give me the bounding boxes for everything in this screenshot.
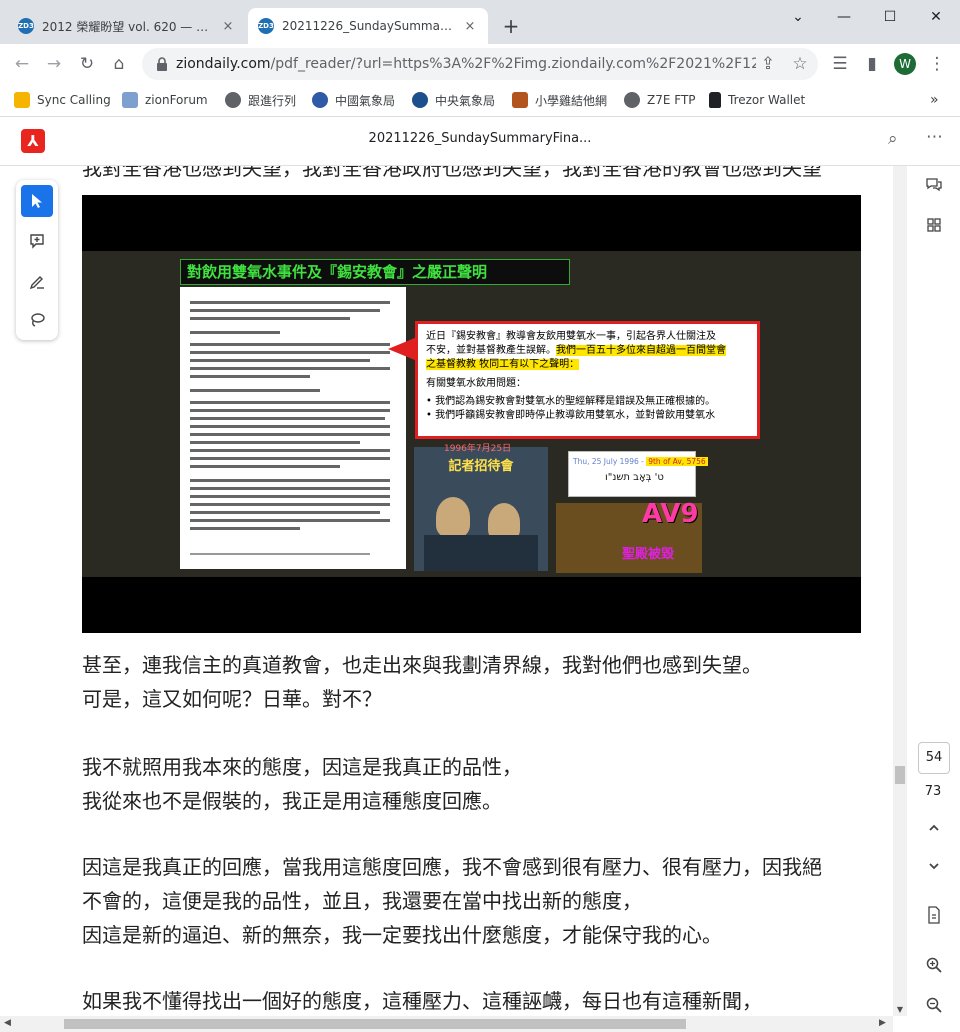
bookmark-follow-up-list[interactable]: 跟進行列 <box>225 91 296 109</box>
temple-destroyed-label: 聖殿被毀 <box>622 547 675 562</box>
browser-toolbar: ← → ↻ ⌂ ziondaily.com/pdf_reader/?url=ht… <box>0 44 960 84</box>
url-text[interactable]: ziondaily.com/pdf_reader/?url=https%3A%2… <box>176 48 756 80</box>
body-text-line: 因這是新的逼迫、新的無奈，我一定要找出什麼態度，才能保守我的心。 <box>82 923 722 947</box>
scroll-down-arrow-icon[interactable]: ▼ <box>893 1005 907 1014</box>
total-pages-label: 73 <box>924 784 942 799</box>
bookmarks-overflow-chevron[interactable]: » <box>930 91 939 109</box>
ziondaily-favicon-icon: ZD3 <box>18 18 34 34</box>
tab-search-chevron-icon[interactable]: ⌄ <box>778 6 818 28</box>
current-page-input[interactable]: 54 <box>918 742 950 774</box>
press-conference-banner: 記者招待會 <box>448 459 514 474</box>
reading-list-icon[interactable]: ☰ <box>828 52 852 76</box>
body-text-line: 可是，這又如何呢？日華。對不？ <box>82 687 382 711</box>
previous-page-chevron-up-icon[interactable] <box>922 818 946 842</box>
more-options-icon[interactable]: ⋯ <box>926 127 944 147</box>
zoom-out-icon[interactable] <box>922 996 946 1020</box>
slide-title-bar: 對飲用雙氧水事件及『錫安教會』之嚴正聲明 <box>180 259 570 285</box>
bookmark-star-icon[interactable]: ☆ <box>788 52 812 76</box>
press-conference-date: 1996年7月25日 <box>444 444 512 454</box>
tab-title: 20211226_SundaySummaryFina... <box>282 19 456 33</box>
tab-title: 2012 榮耀盼望 vol. 620 — 雙魚... <box>42 19 214 34</box>
side-panel-icon[interactable]: ▮ <box>860 52 884 76</box>
back-arrow-icon[interactable]: ← <box>10 52 34 76</box>
trezor-icon <box>709 92 721 108</box>
pdf-document-title: 20211226_SundaySummaryFina... <box>368 131 592 146</box>
bookmark-zionforum[interactable]: zionForum <box>122 91 208 109</box>
new-tab-button[interactable]: + <box>498 13 524 39</box>
slide-title: 對飲用雙氧水事件及『錫安教會』之嚴正聲明 <box>187 263 488 281</box>
close-window-button[interactable]: ✕ <box>916 6 956 28</box>
tab-zion-vol-620[interactable]: ZD3 2012 榮耀盼望 vol. 620 — 雙魚... × <box>8 8 246 44</box>
bookmarks-bar: Sync Calling zionForum 跟進行列 中國氣象局 中央氣象局 … <box>0 84 960 117</box>
horizontal-scroll-thumb[interactable] <box>64 1019 686 1029</box>
next-page-chevron-down-icon[interactable] <box>922 856 946 880</box>
select-cursor-icon[interactable] <box>21 185 53 217</box>
bookmark-z7e-ftp[interactable]: Z7E FTP <box>624 91 696 109</box>
annotation-tool-panel <box>16 180 58 340</box>
cma-icon <box>312 92 328 108</box>
vertical-scrollbar[interactable]: ▼ <box>893 166 907 1016</box>
bookmark-guitar-site[interactable]: 小學雞結他網 <box>512 91 607 109</box>
statement-callout: 近日『錫安教會』教導會友飲用雙氧水一事，引起各界人仕關注及 不安，並對基督教產生… <box>415 321 760 439</box>
page-info-icon[interactable] <box>922 906 946 930</box>
draw-pen-icon[interactable] <box>21 265 53 297</box>
url-host: ziondaily.com <box>176 56 271 72</box>
profile-avatar[interactable]: W <box>894 53 916 75</box>
scroll-left-arrow-icon[interactable]: ◀ <box>4 1018 11 1028</box>
body-text-line: 不會的，這便是我的品性，並且，我還要在當中找出新的態度， <box>82 889 642 913</box>
hebrew-date: ט' בְּאָב תשנ"ו <box>605 472 664 483</box>
bookmark-sync-calling[interactable]: Sync Calling <box>14 91 111 109</box>
thumbnails-grid-icon[interactable] <box>922 216 946 240</box>
tab-sunday-summary-pdf[interactable]: ZD3 20211226_SundaySummaryFina... × <box>248 8 488 44</box>
body-text-line: 甚至，連我信主的真道教會，也走出來與我劃清界線，我對他們也感到失望。 <box>82 653 762 677</box>
sync-calling-icon <box>14 92 30 108</box>
comments-icon[interactable] <box>922 176 946 200</box>
restore-button[interactable]: ☐ <box>870 6 910 28</box>
bookmark-cwb[interactable]: 中央氣象局 <box>412 91 495 109</box>
vertical-scroll-thumb[interactable] <box>895 766 905 784</box>
share-icon[interactable]: ⇪ <box>756 52 780 76</box>
embedded-video-frame-image: 對飲用雙氧水事件及『錫安教會』之嚴正聲明 近日『錫安教會』教導會友飲用雙氧水一事… <box>82 195 861 633</box>
bookmark-cma[interactable]: 中國氣象局 <box>312 91 395 109</box>
lasso-icon[interactable] <box>21 304 53 336</box>
browser-menu-icon[interactable]: ⋮ <box>925 52 949 76</box>
url-path: /pdf_reader/?url=https%3A%2F%2Fimg.ziond… <box>270 56 756 72</box>
partial-text-line: 我對全香港也感到失望，我對全香港政府也感到失望，我對全香港的教會也感到失望 <box>82 166 822 180</box>
ziondaily-favicon-icon: ZD3 <box>258 18 274 34</box>
pdf-document-view[interactable]: 我對全香港也感到失望，我對全香港政府也感到失望，我對全香港的教會也感到失望 對飲… <box>0 166 893 1016</box>
home-icon[interactable]: ⌂ <box>107 52 131 76</box>
tab-strip: ZD3 2012 榮耀盼望 vol. 620 — 雙魚... × ZD3 202… <box>0 0 960 44</box>
statement-slide: 對飲用雙氧水事件及『錫安教會』之嚴正聲明 近日『錫安教會』教導會友飲用雙氧水一事… <box>82 251 861 577</box>
reload-icon[interactable]: ↻ <box>75 52 99 76</box>
add-comment-icon[interactable] <box>21 225 53 257</box>
date-conversion-box: Thu, 25 July 1996 - 9th of Av, 5756 ט' ב… <box>568 451 708 497</box>
search-icon[interactable]: ⌕ <box>888 129 898 149</box>
scroll-right-arrow-icon[interactable]: ▶ <box>879 1018 886 1028</box>
forward-arrow-icon[interactable]: → <box>42 52 66 76</box>
pdf-right-pane: 54 73 <box>908 166 960 1032</box>
guitar-site-icon <box>512 92 528 108</box>
minimize-button[interactable]: — <box>824 6 864 28</box>
bookmark-trezor-wallet[interactable]: Trezor Wallet <box>709 91 805 109</box>
body-text-line: 如果我不懂得找出一個好的態度，這種壓力、這種誣衊，每日也有這種新聞， <box>82 989 762 1013</box>
address-bar[interactable]: ziondaily.com/pdf_reader/?url=https%3A%2… <box>142 48 818 80</box>
statement-document-page <box>180 287 406 569</box>
globe-icon <box>225 92 241 108</box>
lock-icon[interactable] <box>154 56 170 72</box>
body-text-line: 我不就照用我本來的態度，因這是我真正的品性， <box>82 755 522 779</box>
tab-close-icon[interactable]: × <box>462 19 478 34</box>
press-conference-photo: 1996年7月25日 記者招待會 <box>414 444 548 571</box>
tab-close-icon[interactable]: × <box>220 19 236 34</box>
zionforum-icon <box>122 92 138 108</box>
globe-icon <box>624 92 640 108</box>
av9-label: AV9 <box>642 499 699 529</box>
pdf-viewer-header: ⅄ 20211226_SundaySummaryFina... ⌕ ⋯ <box>0 117 960 166</box>
cwb-icon <box>412 92 428 108</box>
body-text-line: 因這是我真正的回應，當我用這態度回應，我不會感到很有壓力、很有壓力，因我絕 <box>82 855 822 879</box>
zoom-in-icon[interactable] <box>922 956 946 980</box>
body-text-line: 我從來也不是假裝的，我正是用這種態度回應。 <box>82 789 502 813</box>
horizontal-scrollbar[interactable]: ◀ ▶ <box>0 1016 893 1032</box>
